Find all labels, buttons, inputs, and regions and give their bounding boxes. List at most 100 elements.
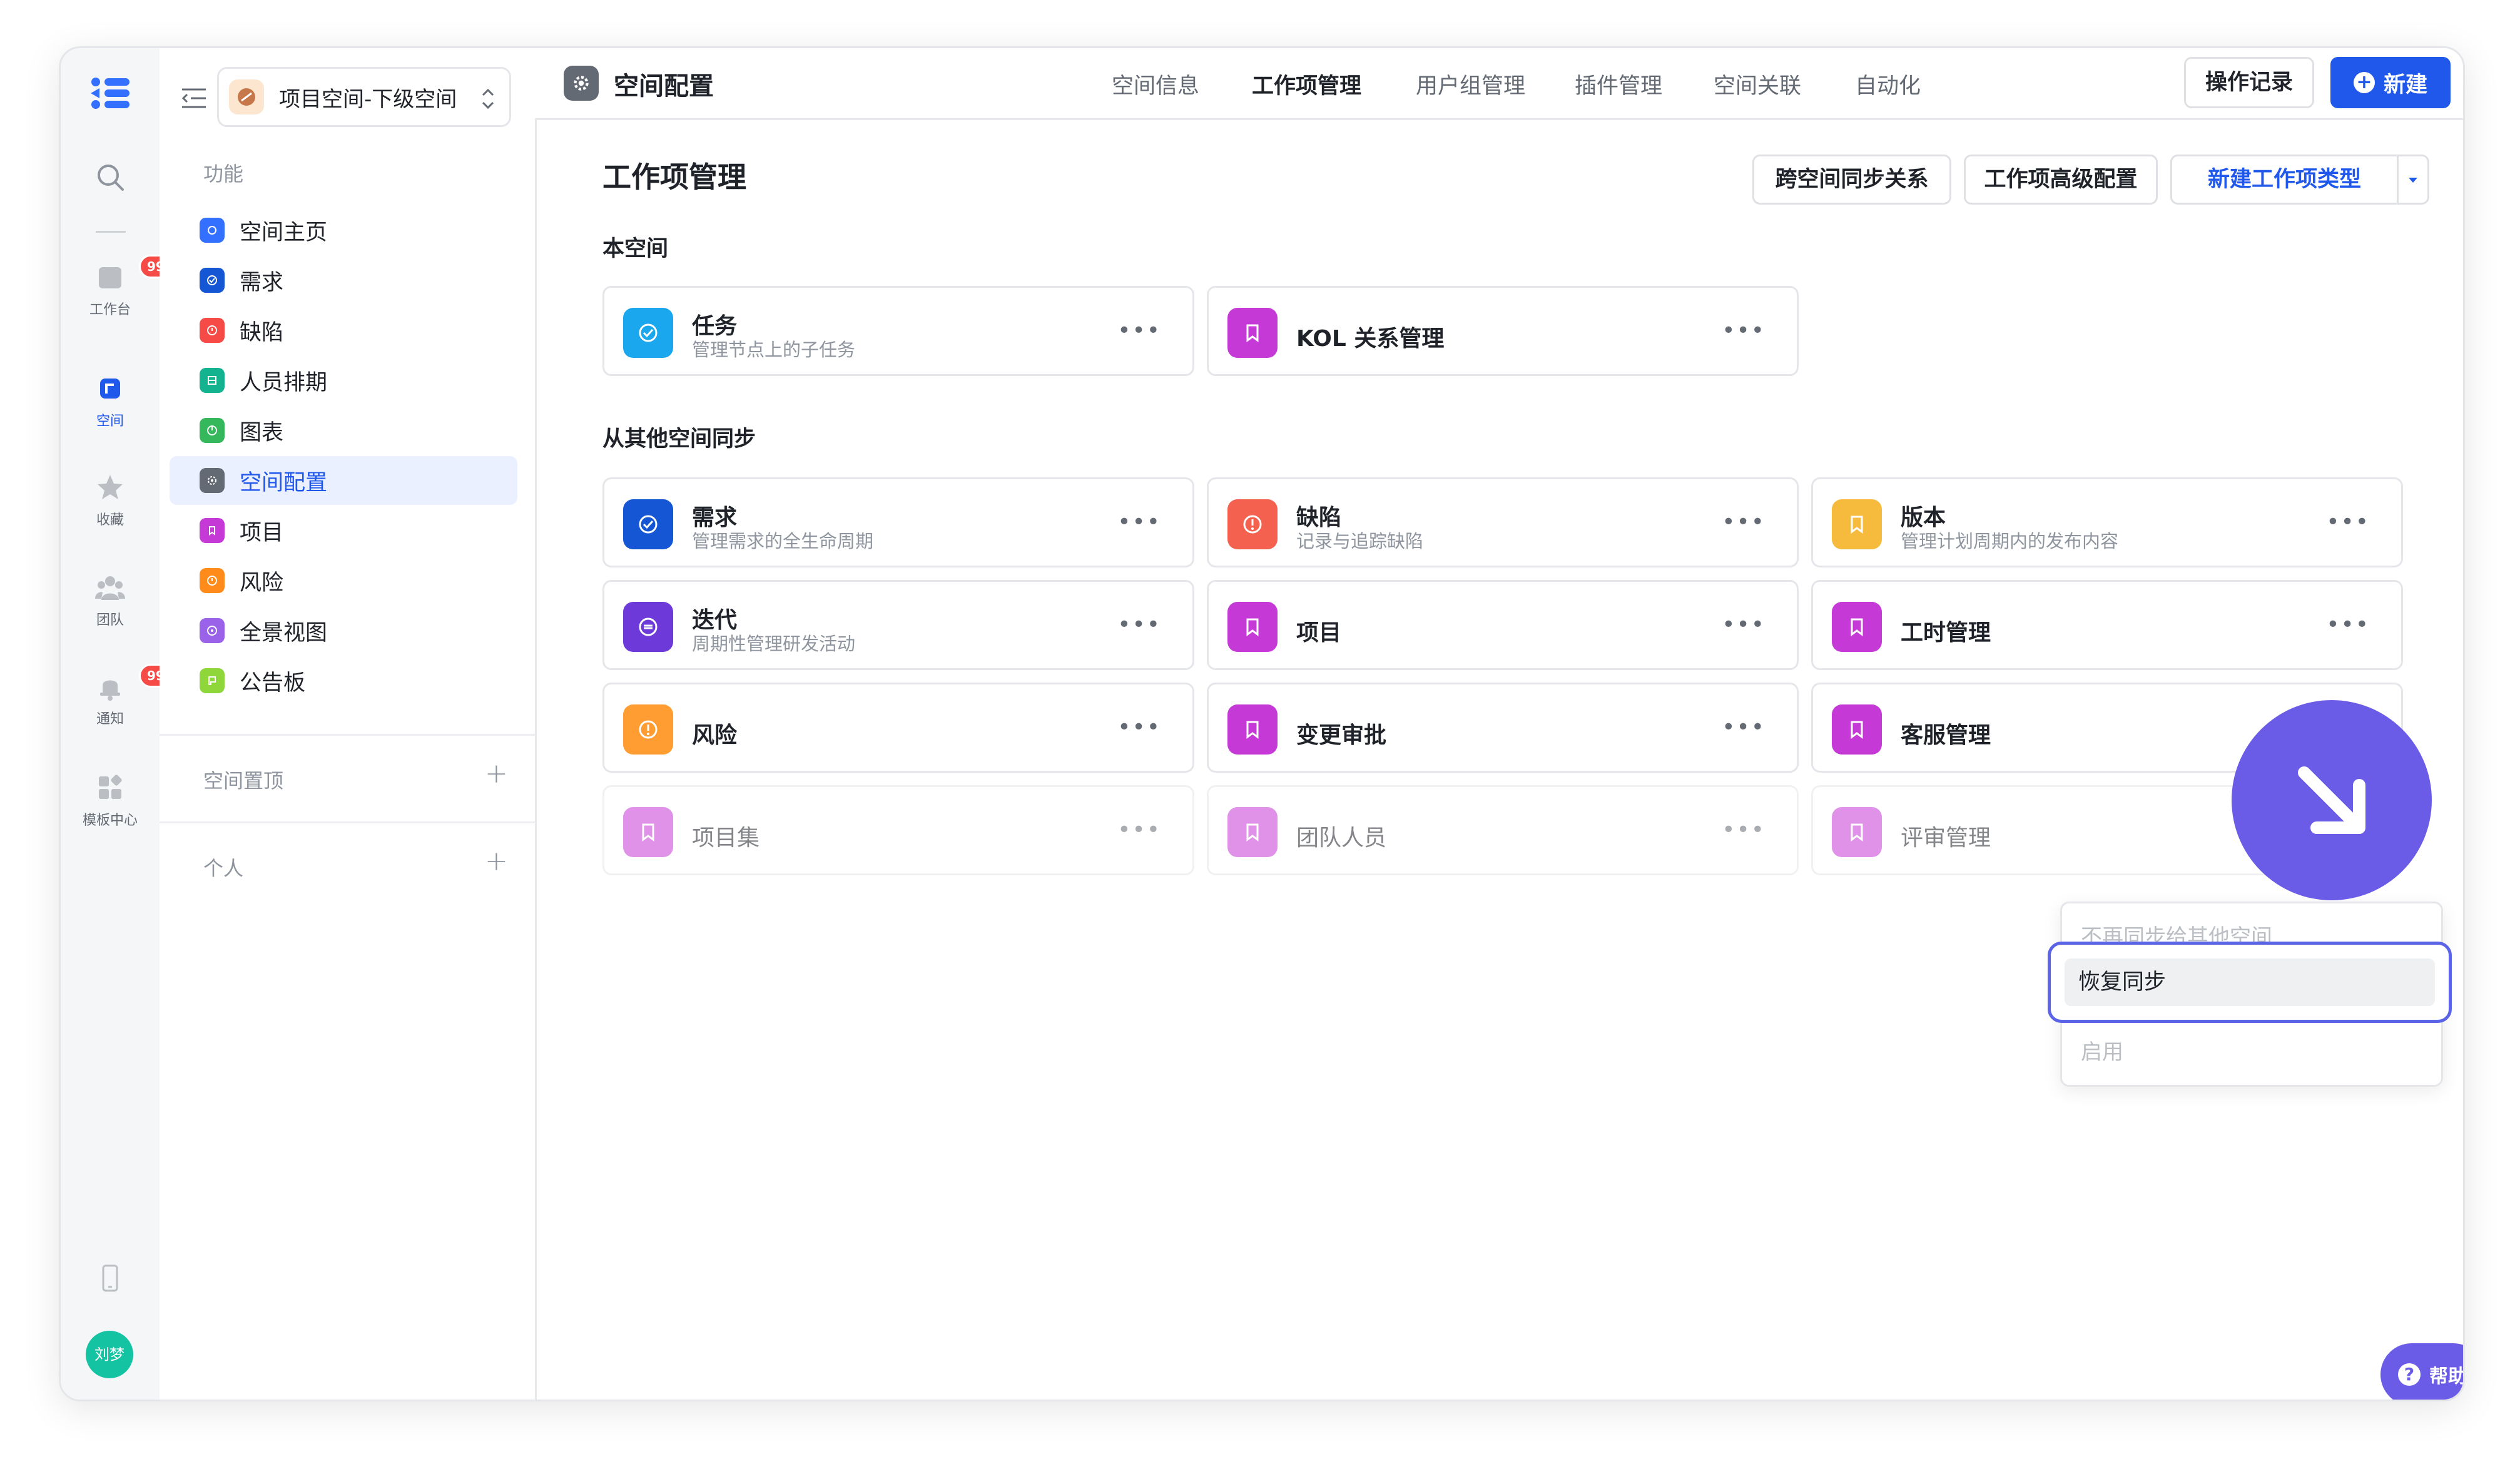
panorama-icon	[200, 618, 225, 643]
card-subtitle: 管理计划周期内的发布内容	[1901, 531, 2119, 552]
bookmark-icon	[200, 518, 225, 543]
more-icon[interactable]: •••	[1117, 714, 1161, 740]
arrow-down-right-icon	[2232, 700, 2432, 900]
more-icon[interactable]: •••	[1722, 509, 1766, 535]
help-button[interactable]: ? 帮助	[2380, 1343, 2463, 1400]
tab-plugins[interactable]: 插件管理	[1575, 68, 1662, 100]
sidebar-item-label: 图表	[240, 420, 284, 445]
tab-work-items[interactable]: 工作项管理	[1252, 68, 1361, 100]
more-icon[interactable]: •••	[1117, 509, 1161, 535]
work-item-card[interactable]: 团队人员 •••	[1207, 785, 1799, 875]
star-icon	[98, 475, 123, 499]
work-item-card[interactable]: 任务 管理节点上的子任务 •••	[602, 286, 1194, 376]
work-item-card[interactable]: 迭代 周期性管理研发活动 •••	[602, 580, 1194, 670]
bell-icon	[100, 680, 120, 701]
sidebar-item-panorama[interactable]: 全景视图	[170, 606, 517, 655]
rail-divider	[96, 231, 126, 233]
work-item-card[interactable]: 缺陷 记录与追踪缺陷 •••	[1207, 477, 1799, 567]
tab-user-groups[interactable]: 用户组管理	[1416, 68, 1525, 100]
more-icon[interactable]: •••	[1722, 612, 1766, 638]
sidebar-item-projects[interactable]: 项目	[170, 506, 517, 555]
new-button-label: 新建	[2383, 72, 2427, 98]
cross-space-sync-button[interactable]: 跨空间同步关系	[1752, 155, 1951, 205]
more-icon[interactable]: •••	[1117, 612, 1161, 638]
card-title: 评审管理	[1901, 825, 1991, 851]
rail-favorites[interactable]: 收藏	[61, 471, 160, 529]
tab-space-info[interactable]: 空间信息	[1112, 68, 1199, 100]
more-icon[interactable]: •••	[1722, 714, 1766, 740]
sidebar-item-risks[interactable]: 风险	[170, 556, 517, 605]
card-title: 项目集	[692, 825, 760, 851]
work-item-card[interactable]: 项目集 •••	[602, 785, 1194, 875]
content-title: 工作项管理	[602, 160, 746, 194]
sidebar-item-requirements[interactable]: 需求	[170, 256, 517, 305]
sidebar-item-schedule[interactable]: 人员排期	[170, 356, 517, 405]
work-item-card[interactable]: 需求 管理需求的全生命周期 •••	[602, 477, 1194, 567]
more-icon[interactable]: •••	[1117, 318, 1161, 343]
add-pinned-icon[interactable]: +	[485, 758, 508, 790]
add-personal-icon[interactable]: +	[485, 845, 508, 877]
space-switcher[interactable]: 项目空间-下级空间	[217, 67, 511, 127]
sidebar-item-bulletin[interactable]: 公告板	[170, 656, 517, 705]
work-item-card[interactable]: KOL 关系管理 •••	[1207, 286, 1799, 376]
space-avatar	[229, 79, 264, 114]
sidebar-item-space-config[interactable]: 空间配置	[170, 456, 517, 505]
avatar[interactable]: 刘梦	[86, 1331, 133, 1378]
menu-item-enable[interactable]: 启用	[2081, 1035, 2123, 1065]
work-item-card[interactable]: 版本 管理计划周期内的发布内容 •••	[1811, 477, 2403, 567]
gear-icon	[564, 66, 599, 101]
grid-icon	[200, 368, 225, 393]
section-label-functions: 功能	[203, 162, 244, 186]
alert-icon	[200, 318, 225, 343]
section-label-pinned: 空间置顶	[203, 769, 284, 793]
app-window: 99+ 工作台 空间 收藏 团队 99+ 通知 模板中心	[59, 46, 2465, 1401]
more-icon[interactable]: •••	[1722, 318, 1766, 343]
new-type-button[interactable]: 新建工作项类型	[2170, 155, 2397, 205]
card-title: 项目	[1296, 620, 1342, 646]
sidebar-item-charts[interactable]: 图表	[170, 406, 517, 455]
operation-log-button[interactable]: 操作记录	[2184, 57, 2314, 108]
rail-notifications[interactable]: 99+ 通知	[61, 664, 183, 728]
sidebar-item-label: 全景视图	[240, 620, 328, 646]
rail-templates[interactable]: 模板中心	[61, 771, 160, 829]
collapse-sidebar-icon[interactable]	[181, 87, 208, 109]
rail-team[interactable]: 团队	[61, 571, 160, 629]
team-icon	[95, 576, 125, 600]
more-icon[interactable]: •••	[1117, 817, 1161, 843]
card-subtitle: 管理需求的全生命周期	[692, 531, 874, 552]
alert-icon	[200, 568, 225, 593]
sidebar-item-label: 人员排期	[240, 370, 328, 395]
tab-space-links[interactable]: 空间关联	[1714, 68, 1801, 100]
new-button[interactable]: + 新建	[2330, 57, 2451, 108]
advanced-config-button[interactable]: 工作项高级配置	[1964, 155, 2158, 205]
card-title: 客服管理	[1901, 723, 1991, 748]
space-name: 项目空间-下级空间	[279, 86, 457, 112]
card-title: 团队人员	[1296, 825, 1387, 851]
divider	[160, 821, 535, 823]
sidebar-item-defects[interactable]: 缺陷	[170, 306, 517, 355]
rail-search[interactable]	[61, 161, 160, 193]
rail-workbench[interactable]: 99+ 工作台	[61, 255, 183, 318]
menu-item-restore-sync[interactable]: 恢复同步	[2048, 942, 2452, 1023]
alert-icon	[1227, 499, 1278, 549]
more-icon[interactable]: •••	[2326, 612, 2370, 638]
sidebar-item-space-home[interactable]: 空间主页	[170, 206, 517, 255]
page-title: 空间配置	[614, 72, 714, 101]
plus-icon: +	[2353, 72, 2375, 93]
more-icon[interactable]: •••	[1722, 817, 1766, 843]
work-item-card[interactable]: 变更审批 •••	[1207, 683, 1799, 773]
rail-space[interactable]: 空间	[61, 372, 160, 430]
more-icon[interactable]: •••	[2326, 509, 2370, 535]
gear-icon	[200, 468, 225, 493]
bookmark-icon	[623, 807, 673, 857]
sidebar-item-label: 公告板	[240, 670, 306, 696]
work-item-card[interactable]: 风险 •••	[602, 683, 1194, 773]
new-type-dropdown[interactable]	[2397, 155, 2429, 205]
card-title: 风险	[692, 723, 738, 748]
work-item-card[interactable]: 工时管理 •••	[1811, 580, 2403, 670]
flag-icon	[200, 668, 225, 693]
rail-mobile[interactable]	[61, 1262, 160, 1294]
work-item-card[interactable]: 项目 •••	[1207, 580, 1799, 670]
tab-automation[interactable]: 自动化	[1855, 68, 1921, 100]
bookmark-icon	[1832, 602, 1882, 652]
